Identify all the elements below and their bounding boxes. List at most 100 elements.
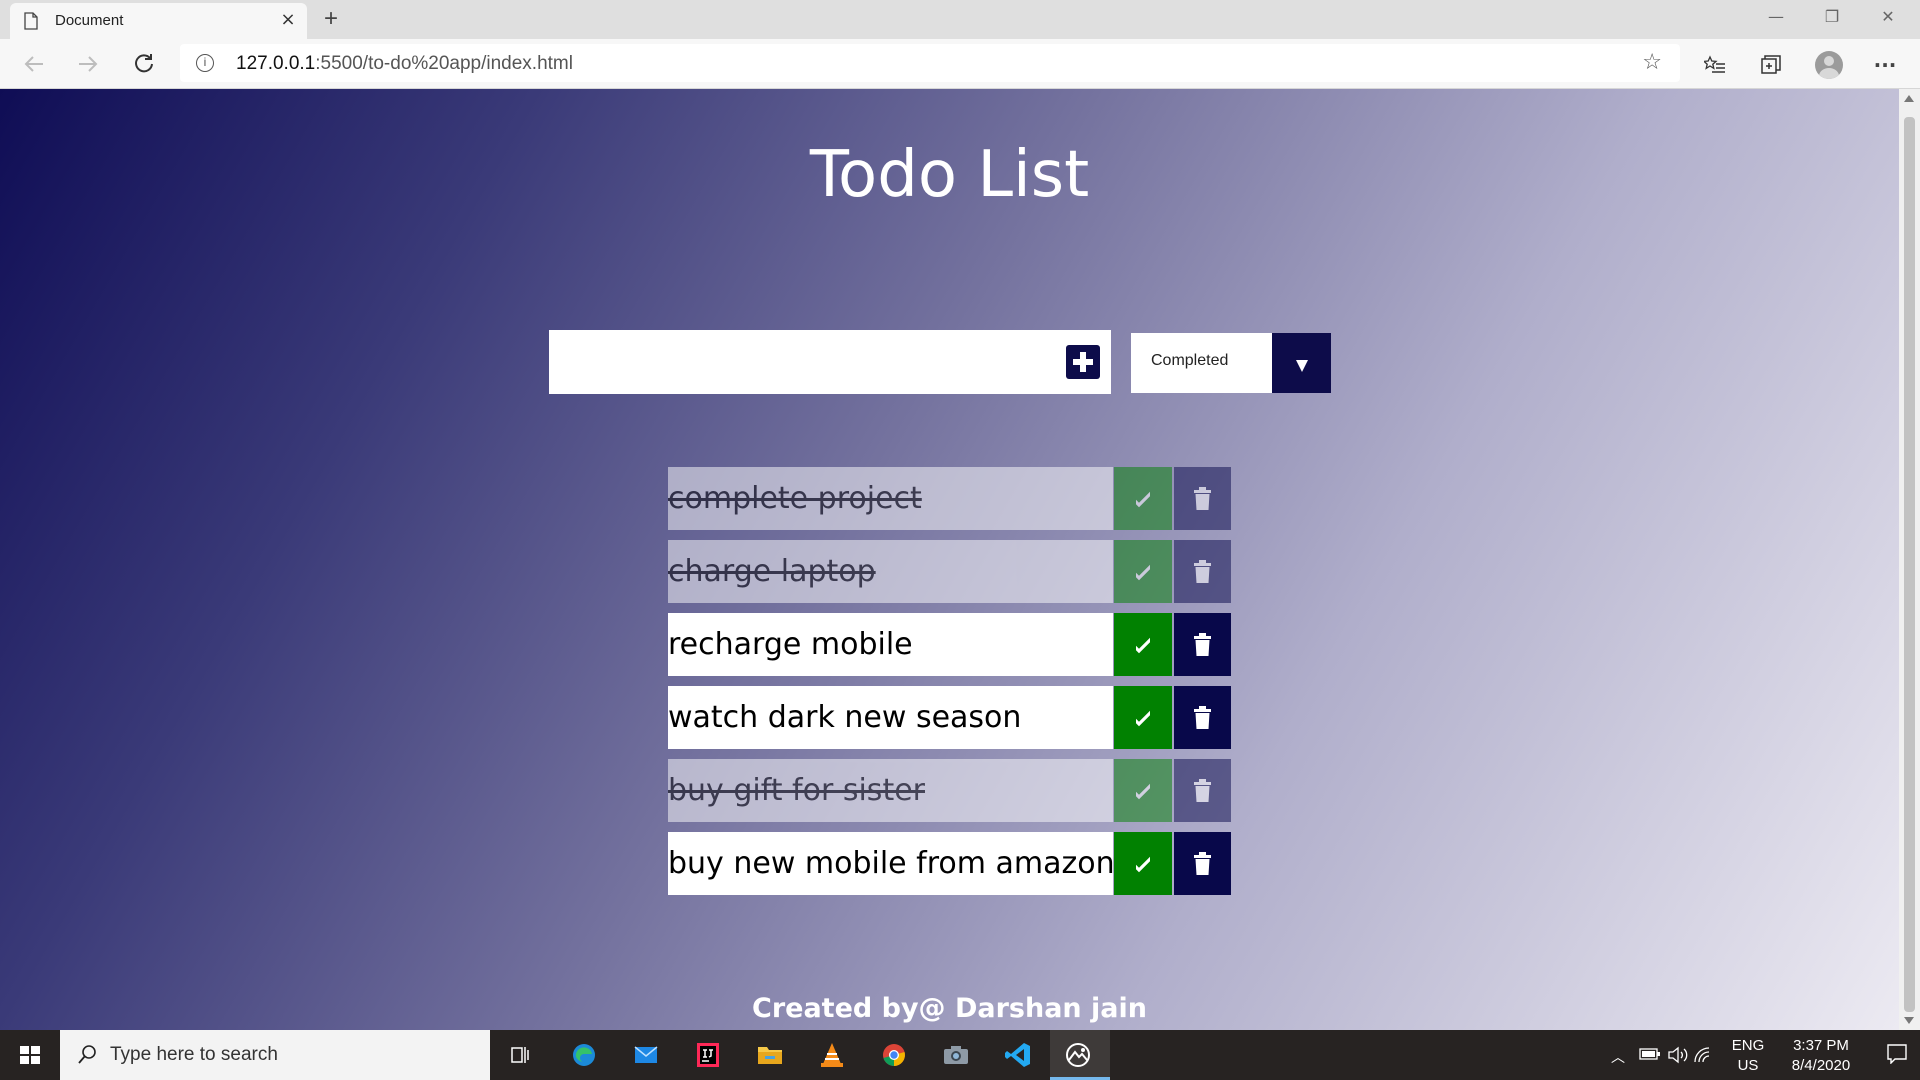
todo-list: complete project charge laptop recharge mo…: [668, 467, 1231, 905]
clock-date: 8/4/2020: [1791, 1057, 1851, 1074]
taskbar-mail[interactable]: [618, 1030, 674, 1080]
taskbar-intellij[interactable]: [680, 1030, 736, 1080]
filter-selected-value: Completed: [1151, 352, 1229, 369]
taskbar-search[interactable]: Type here to search: [60, 1030, 490, 1080]
delete-button[interactable]: [1174, 686, 1231, 749]
edge-icon: [573, 1044, 595, 1066]
taskbar-photos[interactable]: [1050, 1030, 1110, 1080]
region-code: US: [1737, 1057, 1759, 1074]
search-placeholder: Type here to search: [110, 1044, 278, 1065]
folder-icon: [758, 1047, 782, 1064]
document-icon: [24, 12, 38, 30]
favorites-list-icon[interactable]: [1700, 51, 1730, 79]
delete-button[interactable]: [1174, 832, 1231, 895]
scrollbar-thumb[interactable]: [1904, 117, 1915, 1012]
todo-input[interactable]: [549, 330, 1056, 394]
refresh-button[interactable]: [128, 49, 160, 79]
address-bar[interactable]: i 127.0.0.1:5500/to-do%20app/index.html …: [180, 44, 1680, 82]
delete-button[interactable]: [1174, 467, 1231, 530]
browser-toolbar: i 127.0.0.1:5500/to-do%20app/index.html …: [0, 39, 1920, 89]
page-viewport: Todo List Completed complete project char…: [0, 89, 1899, 1030]
search-icon: [78, 1045, 96, 1064]
arrow-left-icon: [24, 56, 43, 72]
complete-button[interactable]: [1114, 613, 1172, 676]
complete-button[interactable]: [1114, 540, 1172, 603]
forward-button[interactable]: [72, 49, 104, 79]
start-button[interactable]: [0, 1030, 60, 1080]
scroll-down-icon[interactable]: [1904, 1017, 1914, 1024]
check-icon: [1136, 710, 1150, 727]
collections-icon[interactable]: [1756, 51, 1786, 79]
vlc-icon: [821, 1043, 843, 1067]
taskbar-file-explorer[interactable]: [742, 1030, 798, 1080]
clock-time: 3:37 PM: [1793, 1037, 1849, 1054]
favorite-star-icon[interactable]: ☆: [1642, 50, 1662, 75]
plus-icon: [1066, 345, 1100, 379]
taskbar-chrome[interactable]: [866, 1030, 922, 1080]
back-button[interactable]: [18, 49, 50, 79]
trash-icon: [1194, 560, 1211, 583]
complete-button[interactable]: [1114, 467, 1172, 530]
show-hidden-icons-icon[interactable]: ︿: [1611, 1047, 1625, 1067]
photos-icon: [1066, 1043, 1090, 1067]
trash-icon: [1194, 633, 1211, 656]
task-view-icon: [511, 1047, 529, 1063]
close-tab-icon[interactable]: ×: [279, 11, 297, 29]
footer-credit: Created by@ Darshan jain: [752, 993, 1147, 1024]
more-options-icon[interactable]: ···: [1870, 51, 1900, 79]
taskbar-vscode[interactable]: [990, 1030, 1046, 1080]
filter-select[interactable]: Completed: [1131, 333, 1331, 393]
close-window-button[interactable]: ✕: [1866, 4, 1910, 30]
delete-button[interactable]: [1174, 759, 1231, 822]
clock[interactable]: 3:37 PM 8/4/2020: [1776, 1030, 1866, 1080]
url-path: :5500/to-do%20app/index.html: [315, 53, 573, 74]
task-view-button[interactable]: [492, 1030, 548, 1080]
todo-item: complete project: [668, 467, 1231, 530]
volume-icon[interactable]: [1667, 1046, 1689, 1064]
todo-item: buy gift for sister: [668, 759, 1231, 822]
mail-icon: [634, 1046, 658, 1063]
camera-icon: [944, 1046, 968, 1064]
wifi-icon[interactable]: [1693, 1046, 1713, 1064]
taskbar-camera[interactable]: [928, 1030, 984, 1080]
action-center-button[interactable]: [1874, 1030, 1920, 1080]
site-info-icon[interactable]: i: [196, 54, 214, 72]
trash-icon: [1194, 852, 1211, 875]
complete-button[interactable]: [1114, 759, 1172, 822]
todo-item: buy new mobile from amazon: [668, 832, 1231, 895]
delete-button[interactable]: [1174, 613, 1231, 676]
notification-icon: [1887, 1044, 1907, 1064]
intellij-icon: [697, 1043, 719, 1067]
todo-text: complete project: [668, 467, 1113, 530]
system-tray: ︿: [1605, 1030, 1715, 1080]
todo-item: watch dark new season: [668, 686, 1231, 749]
chevron-down-icon[interactable]: [1272, 333, 1331, 393]
url-host: 127.0.0.1: [236, 53, 316, 74]
check-icon: [1136, 491, 1150, 508]
new-tab-button[interactable]: +: [318, 6, 344, 32]
taskbar-edge[interactable]: [556, 1030, 612, 1080]
vertical-scrollbar[interactable]: [1899, 89, 1920, 1030]
page-title: Todo List: [809, 138, 1090, 212]
add-todo-button[interactable]: [1056, 330, 1111, 394]
language-indicator[interactable]: ENG US: [1728, 1030, 1768, 1080]
todo-text: charge laptop: [668, 540, 1113, 603]
windows-logo-icon: [20, 1046, 40, 1064]
taskbar-vlc[interactable]: [804, 1030, 860, 1080]
scroll-up-icon[interactable]: [1904, 95, 1914, 102]
complete-button[interactable]: [1114, 686, 1172, 749]
minimize-button[interactable]: —: [1754, 4, 1798, 30]
todo-item: charge laptop: [668, 540, 1231, 603]
restore-button[interactable]: ❐: [1810, 4, 1854, 30]
todo-text: buy new mobile from amazon: [668, 832, 1115, 895]
vscode-icon: [1005, 1043, 1030, 1067]
arrow-right-icon: [79, 56, 98, 72]
delete-button[interactable]: [1174, 540, 1231, 603]
check-icon: [1136, 564, 1150, 581]
todo-text: buy gift for sister: [668, 759, 1113, 822]
complete-button[interactable]: [1114, 832, 1172, 895]
battery-icon[interactable]: [1639, 1047, 1661, 1061]
browser-tab[interactable]: Document ×: [10, 3, 307, 39]
trash-icon: [1194, 487, 1211, 510]
profile-avatar[interactable]: [1815, 51, 1843, 79]
